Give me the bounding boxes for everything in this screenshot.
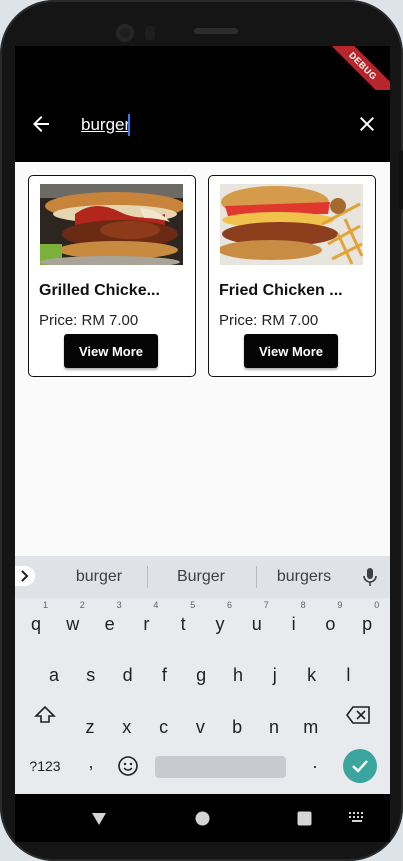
key-r[interactable]: r <box>133 604 159 644</box>
suggestion-divider <box>256 566 257 588</box>
key-hint: 3 <box>116 600 122 610</box>
key-hint: 7 <box>263 600 269 610</box>
top-bezel <box>14 0 390 48</box>
key-a[interactable]: a <box>41 655 67 695</box>
key-v[interactable]: v <box>187 707 213 747</box>
recents-square-icon[interactable] <box>297 811 312 826</box>
key-k[interactable]: k <box>299 655 325 695</box>
key-hint: 9 <box>337 600 343 610</box>
key-e[interactable]: e <box>97 604 123 644</box>
product-price: Price: RM 7.00 <box>39 312 139 329</box>
key-i[interactable]: i <box>281 604 307 644</box>
product-image <box>220 184 363 265</box>
product-card[interactable]: Grilled Chicke... Price: RM 7.00 View Mo… <box>28 175 196 377</box>
home-circle-icon[interactable] <box>195 811 210 826</box>
key-z[interactable]: z <box>77 707 103 747</box>
key-m[interactable]: m <box>298 707 324 747</box>
key-d[interactable]: d <box>115 655 141 695</box>
product-card[interactable]: Fried Chicken ... Price: RM 7.00 View Mo… <box>208 175 376 377</box>
key-c[interactable]: c <box>151 707 177 747</box>
keyboard-switch-icon[interactable] <box>348 811 366 825</box>
key-w[interactable]: w <box>60 604 86 644</box>
period-key[interactable]: . <box>305 752 325 773</box>
phone-frame: DEBUG burger Grilled Chicke... Price: RM… <box>0 0 403 861</box>
screen: DEBUG burger Grilled Chicke... Price: RM… <box>15 46 390 794</box>
view-more-button[interactable]: View More <box>64 334 158 368</box>
suggestion-item[interactable]: burger <box>55 568 143 586</box>
close-icon[interactable] <box>355 112 379 136</box>
key-b[interactable]: b <box>224 707 250 747</box>
view-more-button[interactable]: View More <box>244 334 338 368</box>
key-hint: 1 <box>43 600 49 610</box>
key-u[interactable]: u <box>244 604 270 644</box>
product-title: Grilled Chicke... <box>39 282 160 299</box>
enter-key[interactable] <box>343 749 377 783</box>
key-s[interactable]: s <box>78 655 104 695</box>
space-key[interactable] <box>155 756 286 778</box>
key-n[interactable]: n <box>261 707 287 747</box>
key-f[interactable]: f <box>151 655 177 695</box>
key-x[interactable]: x <box>114 707 140 747</box>
key-g[interactable]: g <box>188 655 214 695</box>
microphone-icon[interactable] <box>361 567 379 587</box>
navigation-bar <box>15 794 390 842</box>
search-app-bar <box>15 90 390 162</box>
suggestion-item[interactable]: Burger <box>157 568 245 586</box>
comma-key[interactable]: , <box>81 752 101 773</box>
checkmark-icon <box>352 760 368 773</box>
key-j[interactable]: j <box>262 655 288 695</box>
product-image <box>40 184 183 265</box>
arrow-back-icon[interactable] <box>29 112 53 136</box>
search-results: Grilled Chicke... Price: RM 7.00 View Mo… <box>15 162 390 556</box>
status-bar: DEBUG <box>15 46 390 111</box>
suggestion-strip: burger Burger burgers <box>15 556 390 598</box>
chevron-right-icon[interactable] <box>15 566 35 586</box>
key-hint: 5 <box>190 600 196 610</box>
key-o[interactable]: o <box>317 604 343 644</box>
backspace-icon[interactable] <box>345 704 371 726</box>
key-p[interactable]: p <box>354 604 380 644</box>
key-h[interactable]: h <box>225 655 251 695</box>
key-hint: 4 <box>153 600 159 610</box>
back-triangle-icon[interactable] <box>91 811 107 827</box>
key-hint: 2 <box>79 600 85 610</box>
key-hint: 0 <box>374 600 380 610</box>
shift-icon[interactable] <box>33 703 57 727</box>
key-t[interactable]: t <box>170 604 196 644</box>
text-cursor <box>128 114 130 136</box>
key-hint: 6 <box>227 600 233 610</box>
front-camera <box>116 24 134 42</box>
product-price: Price: RM 7.00 <box>219 312 319 329</box>
suggestion-item[interactable]: burgers <box>260 568 348 586</box>
earpiece-speaker <box>194 28 238 34</box>
key-q[interactable]: q <box>23 604 49 644</box>
key-l[interactable]: l <box>335 655 361 695</box>
volume-button <box>399 150 403 210</box>
proximity-sensor <box>145 26 155 40</box>
key-hint: 8 <box>300 600 306 610</box>
soft-keyboard: burger Burger burgers q1 w2 e3 r4 t5 y6 u7 i8 o9… <box>15 556 390 794</box>
key-y[interactable]: y <box>207 604 233 644</box>
suggestion-divider <box>147 566 148 588</box>
search-input[interactable] <box>81 112 341 138</box>
emoji-icon[interactable] <box>117 755 139 777</box>
symbols-key[interactable]: ?123 <box>25 758 65 774</box>
product-title: Fried Chicken ... <box>219 282 343 299</box>
